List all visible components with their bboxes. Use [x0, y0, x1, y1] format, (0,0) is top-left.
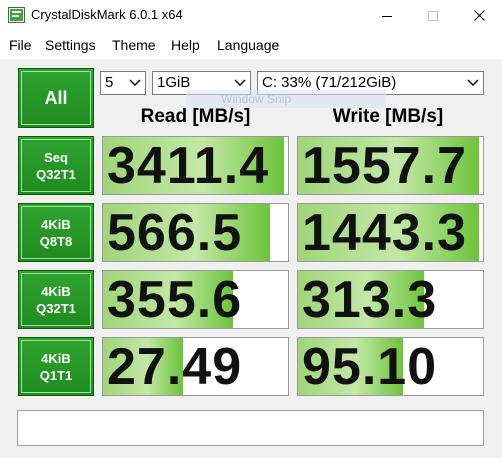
- test-name-line2: Q8T8: [39, 233, 73, 249]
- write-result-value: 313.3: [302, 271, 438, 329]
- test-name-line2: Q1T1: [39, 367, 73, 383]
- write-result-cell: 1557.7: [297, 136, 484, 195]
- 4kib-q1t1-button[interactable]: 4KiB Q1T1: [18, 337, 94, 396]
- maximize-button[interactable]: [410, 0, 456, 31]
- test-name-line2: Q32T1: [36, 166, 76, 182]
- menu-language[interactable]: Language: [217, 37, 279, 53]
- menu-file[interactable]: File: [9, 37, 32, 53]
- menu-theme[interactable]: Theme: [112, 37, 156, 53]
- write-result-cell: 95.10: [297, 337, 484, 396]
- read-result-cell: 3411.4: [102, 136, 289, 195]
- test-name-line1: 4KiB: [41, 283, 71, 299]
- write-result-value: 95.10: [302, 338, 438, 396]
- minimize-icon: [382, 15, 392, 17]
- test-name-line1: 4KiB: [41, 216, 71, 232]
- write-result-value: 1443.3: [302, 204, 468, 262]
- read-result-value: 27.49: [107, 338, 243, 396]
- run-all-button[interactable]: All: [18, 68, 94, 128]
- comment-input[interactable]: [17, 410, 484, 446]
- menu-help[interactable]: Help: [171, 37, 200, 53]
- 4kib-q8t8-button[interactable]: 4KiB Q8T8: [18, 203, 94, 262]
- write-column-header: Write [MB/s]: [332, 106, 444, 127]
- close-icon: [473, 10, 485, 21]
- read-result-cell: 566.5: [102, 203, 289, 262]
- seq-q32t1-button[interactable]: Seq Q32T1: [18, 136, 94, 195]
- test-count-value: 5: [105, 74, 114, 91]
- test-count-select[interactable]: 5: [100, 71, 146, 95]
- window-title: CrystalDiskMark 6.0.1 x64: [31, 7, 183, 22]
- read-result-cell: 27.49: [102, 337, 289, 396]
- write-result-value: 1557.7: [302, 137, 468, 195]
- read-result-value: 355.6: [107, 271, 243, 329]
- menu-settings[interactable]: Settings: [45, 37, 96, 53]
- chevron-down-icon: [129, 79, 141, 86]
- test-size-value: 1GiB: [157, 74, 191, 91]
- chevron-down-icon: [234, 79, 246, 86]
- read-result-value: 566.5: [107, 204, 243, 262]
- crystaldiskmark-app-icon: [8, 7, 25, 23]
- minimize-button[interactable]: [364, 0, 410, 31]
- test-name-line2: Q32T1: [36, 300, 76, 316]
- test-name-line1: Seq: [44, 149, 68, 165]
- write-result-cell: 313.3: [297, 270, 484, 329]
- read-result-cell: 355.6: [102, 270, 289, 329]
- title-bar: CrystalDiskMark 6.0.1 x64: [0, 0, 502, 31]
- 4kib-q32t1-button[interactable]: 4KiB Q32T1: [18, 270, 94, 329]
- write-result-cell: 1443.3: [297, 203, 484, 262]
- menu-bar: File Settings Theme Help Language: [0, 31, 502, 59]
- maximize-icon: [428, 10, 438, 21]
- chevron-down-icon: [467, 79, 479, 86]
- read-result-value: 3411.4: [107, 137, 270, 195]
- run-all-label: All: [44, 87, 68, 108]
- read-column-header: Read [MB/s]: [140, 106, 251, 127]
- close-button[interactable]: [456, 0, 502, 31]
- drive-value: C: 33% (71/212GiB): [262, 74, 397, 91]
- test-name-line1: 4KiB: [41, 350, 71, 366]
